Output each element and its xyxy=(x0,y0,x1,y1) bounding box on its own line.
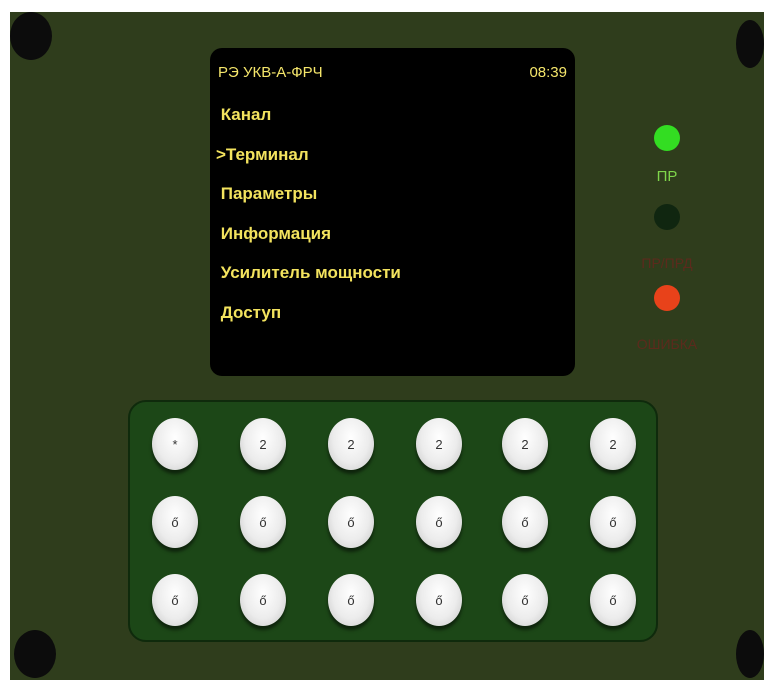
display-screen: РЭ УКВ-А-ФРЧ 08:39 Канал >Терминал Парам… xyxy=(210,48,575,376)
led-label-error: ОШИБКА xyxy=(636,336,698,352)
screen-clock: 08:39 xyxy=(529,64,567,81)
led-pr xyxy=(654,125,680,151)
key-2[interactable]: 2 xyxy=(502,418,548,470)
key-o[interactable]: ő xyxy=(328,496,374,548)
key-2[interactable]: 2 xyxy=(590,418,636,470)
screen-menu: Канал >Терминал Параметры Информация Уси… xyxy=(216,100,401,337)
key-o[interactable]: ő xyxy=(416,496,462,548)
screw-bottom-left xyxy=(14,630,56,678)
menu-item-parameters[interactable]: Параметры xyxy=(216,179,401,219)
menu-item-access[interactable]: Доступ xyxy=(216,298,401,338)
led-pr-prd xyxy=(654,204,680,230)
screw-bottom-right xyxy=(736,630,764,678)
led-label-pr-prd: ПР/ПРД xyxy=(641,255,693,271)
led-error xyxy=(654,285,680,311)
key-2[interactable]: 2 xyxy=(416,418,462,470)
key-o[interactable]: ő xyxy=(416,574,462,626)
key-2[interactable]: 2 xyxy=(328,418,374,470)
key-o[interactable]: ő xyxy=(240,496,286,548)
key-o[interactable]: ő xyxy=(590,574,636,626)
menu-item-channel[interactable]: Канал xyxy=(216,100,401,140)
key-o[interactable]: ő xyxy=(328,574,374,626)
menu-item-terminal[interactable]: >Терминал xyxy=(216,140,401,180)
screw-top-left xyxy=(10,12,52,60)
screen-title: РЭ УКВ-А-ФРЧ xyxy=(218,64,323,81)
key-o[interactable]: ő xyxy=(502,574,548,626)
menu-item-information[interactable]: Информация xyxy=(216,219,401,259)
key-o[interactable]: ő xyxy=(152,496,198,548)
key-o[interactable]: ő xyxy=(590,496,636,548)
screw-top-right xyxy=(736,20,764,68)
menu-item-power-amplifier[interactable]: Усилитель мощности xyxy=(216,258,401,298)
key-2[interactable]: 2 xyxy=(240,418,286,470)
key-o[interactable]: ő xyxy=(240,574,286,626)
led-label-pr: ПР xyxy=(656,168,678,185)
keypad: * 2 2 2 2 2 ő ő ő ő ő ő ő ő ő ő ő ő xyxy=(128,400,658,642)
key-o[interactable]: ő xyxy=(152,574,198,626)
key-star[interactable]: * xyxy=(152,418,198,470)
key-o[interactable]: ő xyxy=(502,496,548,548)
